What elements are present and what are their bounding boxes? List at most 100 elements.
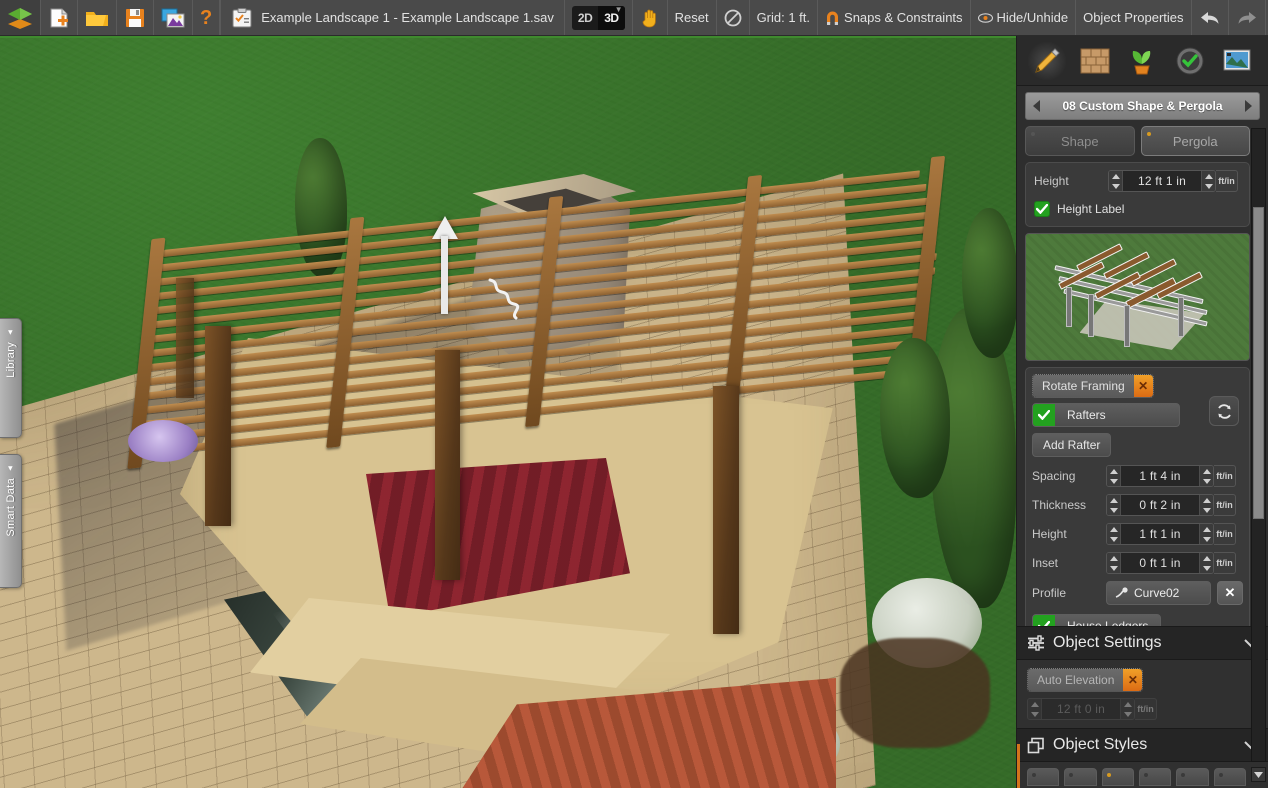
3d-viewport[interactable]: ▸ Library ▸ Smart Data bbox=[0, 36, 1016, 788]
style-chip[interactable] bbox=[1214, 768, 1246, 786]
panel-scroll-down-button[interactable] bbox=[1251, 767, 1266, 782]
smart-data-tab-label: Smart Data bbox=[5, 478, 17, 537]
grid-button[interactable]: Grid: 1 ft. bbox=[750, 0, 818, 35]
thickness-value[interactable]: 0 ft 2 in bbox=[1121, 495, 1199, 515]
rafters-checkbox[interactable] bbox=[1033, 404, 1055, 426]
height-label-checkbox[interactable] bbox=[1034, 201, 1050, 217]
styles-accent-bar bbox=[1017, 744, 1020, 788]
snaps-constraints-button[interactable]: Snaps & Constraints bbox=[818, 0, 971, 35]
pan-hand-button[interactable] bbox=[633, 0, 668, 35]
elevation-spin-left bbox=[1028, 699, 1042, 719]
add-rafter-button[interactable]: Add Rafter bbox=[1032, 433, 1111, 457]
rafters-label: Rafters bbox=[1055, 404, 1118, 426]
thickness-unit-button[interactable]: ft/in bbox=[1214, 494, 1236, 516]
height-spinner[interactable]: 12 ft 1 in ft/in bbox=[1108, 170, 1238, 192]
curve-pen-icon bbox=[1115, 587, 1128, 599]
tab-approve[interactable] bbox=[1170, 41, 1210, 81]
tab-photo[interactable] bbox=[1218, 41, 1258, 81]
inset-spin-right[interactable] bbox=[1199, 553, 1213, 573]
object-settings-header[interactable]: Object Settings bbox=[1017, 626, 1268, 660]
tab-pergola[interactable]: Pergola bbox=[1141, 126, 1251, 156]
undo-button[interactable] bbox=[1192, 0, 1229, 35]
view-mode-toggle[interactable]: 2D 3D ▼ bbox=[565, 0, 633, 35]
open-folder-icon[interactable] bbox=[78, 0, 117, 35]
rafter-height-spin-left[interactable] bbox=[1107, 524, 1121, 544]
thickness-spin-left[interactable] bbox=[1107, 495, 1121, 515]
check-circle-icon bbox=[1176, 47, 1204, 75]
house-ledgers-pill[interactable]: House Ledgers bbox=[1032, 614, 1161, 626]
profile-clear-button[interactable]: ✕ bbox=[1217, 581, 1243, 605]
redo-button[interactable] bbox=[1229, 0, 1266, 35]
spacing-spin-left[interactable] bbox=[1107, 466, 1121, 486]
auto-elevation-toggle[interactable]: Auto Elevation ✕ bbox=[1027, 668, 1143, 692]
app-logo-icon[interactable] bbox=[0, 0, 41, 35]
inset-value[interactable]: 0 ft 1 in bbox=[1121, 553, 1199, 573]
sliders-icon bbox=[1027, 635, 1045, 651]
thickness-spinner[interactable]: 0 ft 2 in ft/in bbox=[1106, 494, 1236, 516]
spacing-value[interactable]: 1 ft 4 in bbox=[1121, 466, 1199, 486]
auto-elevation-label: Auto Elevation bbox=[1028, 669, 1123, 691]
new-document-icon[interactable] bbox=[41, 0, 78, 35]
style-chip[interactable] bbox=[1102, 768, 1134, 786]
style-chip[interactable] bbox=[1139, 768, 1171, 786]
house-ledgers-checkbox[interactable] bbox=[1033, 615, 1055, 626]
next-object-button[interactable] bbox=[1237, 93, 1259, 119]
prev-object-button[interactable] bbox=[1026, 93, 1048, 119]
tab-design[interactable] bbox=[1027, 41, 1067, 81]
spacing-spinner[interactable]: 1 ft 4 in ft/in bbox=[1106, 465, 1236, 487]
save-disk-icon[interactable] bbox=[117, 0, 154, 35]
chevron-right-icon: ▸ bbox=[5, 330, 16, 335]
height-label-checkbox-row[interactable]: Height Label bbox=[1034, 197, 1241, 221]
rotate-framing-toggle[interactable]: Rotate Framing ✕ bbox=[1032, 374, 1154, 398]
tab-plants[interactable] bbox=[1122, 41, 1162, 81]
redo-arrow-icon bbox=[1236, 9, 1258, 27]
object-settings-body: Auto Elevation ✕ 12 ft 0 in ft/in bbox=[1017, 660, 1268, 728]
chevron-right-icon: ▸ bbox=[5, 466, 16, 471]
auto-elevation-x-icon[interactable]: ✕ bbox=[1123, 669, 1142, 691]
document-title-bar: Example Landscape 1 - Example Landscape … bbox=[220, 0, 565, 35]
object-styles-header[interactable]: Object Styles bbox=[1017, 728, 1268, 762]
rafter-height-spinner[interactable]: 1 ft 1 in ft/in bbox=[1106, 523, 1236, 545]
layers-icon bbox=[1027, 737, 1045, 754]
inset-spinner[interactable]: 0 ft 1 in ft/in bbox=[1106, 552, 1236, 574]
thickness-spin-right[interactable] bbox=[1199, 495, 1213, 515]
object-properties-button[interactable]: Object Properties bbox=[1076, 0, 1191, 35]
rafter-height-value[interactable]: 1 ft 1 in bbox=[1121, 524, 1199, 544]
pergola-preview-image bbox=[1025, 233, 1250, 361]
panel-scrollbar-thumb[interactable] bbox=[1253, 207, 1264, 519]
object-styles-title: Object Styles bbox=[1053, 736, 1236, 754]
tab-materials[interactable] bbox=[1075, 41, 1115, 81]
panel-scrollbar[interactable] bbox=[1251, 128, 1266, 762]
panel-category-tabs bbox=[1017, 36, 1268, 86]
sidebar-item-library[interactable]: ▸ Library bbox=[0, 318, 22, 438]
help-question-icon[interactable]: ? bbox=[193, 0, 220, 35]
mode-2d[interactable]: 2D bbox=[572, 6, 598, 30]
rafters-group: Rotate Framing ✕ Rafters Add Rafter bbox=[1025, 367, 1250, 626]
style-chip[interactable] bbox=[1027, 768, 1059, 786]
rafter-height-unit-button[interactable]: ft/in bbox=[1214, 523, 1236, 545]
inset-unit-button[interactable]: ft/in bbox=[1214, 552, 1236, 574]
spacing-spin-right[interactable] bbox=[1199, 466, 1213, 486]
height-unit-button[interactable]: ft/in bbox=[1216, 170, 1238, 192]
height-spin-left[interactable] bbox=[1109, 171, 1123, 191]
rafters-checkbox-pill[interactable]: Rafters bbox=[1032, 403, 1180, 427]
thickness-row: Thickness 0 ft 2 in bbox=[1032, 492, 1243, 518]
height-label: Height bbox=[1034, 174, 1108, 188]
height-spin-right[interactable] bbox=[1201, 171, 1215, 191]
rotate-framing-x-icon[interactable]: ✕ bbox=[1134, 375, 1153, 397]
refresh-framing-button[interactable] bbox=[1209, 396, 1239, 426]
profile-selector[interactable]: Curve02 bbox=[1106, 581, 1211, 605]
sidebar-item-smart-data[interactable]: ▸ Smart Data bbox=[0, 454, 22, 588]
reset-button[interactable]: Reset bbox=[668, 0, 717, 35]
elevation-arrow-gizmo[interactable] bbox=[432, 216, 458, 314]
spacing-unit-button[interactable]: ft/in bbox=[1214, 465, 1236, 487]
tab-shape[interactable]: Shape bbox=[1025, 126, 1135, 156]
pictures-icon[interactable] bbox=[154, 0, 193, 35]
style-chip[interactable] bbox=[1064, 768, 1096, 786]
grid-toggle-icon[interactable] bbox=[717, 0, 750, 35]
rafter-height-spin-right[interactable] bbox=[1199, 524, 1213, 544]
style-chip[interactable] bbox=[1176, 768, 1208, 786]
inset-spin-left[interactable] bbox=[1107, 553, 1121, 573]
height-value[interactable]: 12 ft 1 in bbox=[1123, 171, 1201, 191]
hide-unhide-button[interactable]: Hide/Unhide bbox=[971, 0, 1077, 35]
